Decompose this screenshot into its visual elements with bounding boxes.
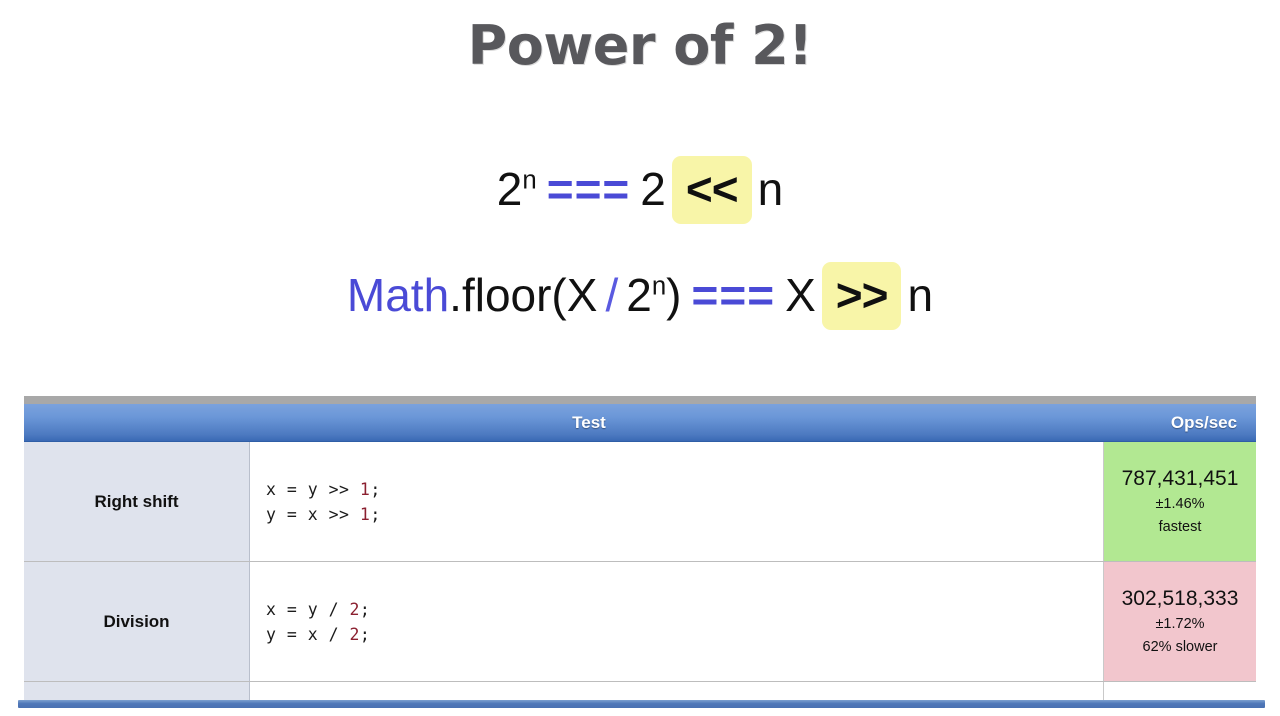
- code-number: 1: [359, 479, 371, 499]
- formula2-power: 2n: [626, 269, 667, 321]
- formula2-right-shift-operator: >>: [821, 262, 902, 330]
- formula-line-2: Math.floor(X/2n) === X >> n: [0, 262, 1280, 330]
- ops-margin-of-error: ±1.46%: [1155, 496, 1205, 512]
- formula2-equals: ===: [691, 269, 776, 321]
- table-row: Right shift x = y >> 1; y = x >> 1; 787,…: [24, 442, 1256, 562]
- column-header-ops-per-sec[interactable]: Ops/sec: [1104, 404, 1280, 441]
- row-ops-cell: 787,431,451 ±1.46% fastest: [1104, 442, 1256, 561]
- formula2-n: n: [907, 269, 934, 321]
- formula1-power: 2n: [496, 163, 537, 215]
- table-top-strip: [24, 396, 1256, 404]
- ops-value: 302,518,333: [1121, 587, 1239, 610]
- table-row: Division x = y / 2; y = x / 2; 302,518,3…: [24, 562, 1256, 682]
- code-number: 1: [359, 504, 371, 524]
- formula2-x: X: [785, 269, 816, 321]
- code-line: y = x / 2;: [266, 624, 371, 644]
- formula1-equals: ===: [546, 163, 631, 215]
- formula2-floor-call: .floor(X: [449, 269, 598, 321]
- table-header-row: Test Ops/sec: [24, 404, 1256, 442]
- code-number: 2: [349, 599, 360, 619]
- formula1-two: 2: [640, 163, 666, 215]
- formula2-division-slash: /: [605, 269, 619, 321]
- ops-value: 787,431,451: [1121, 467, 1239, 490]
- page-title: Power of 2!: [467, 14, 813, 77]
- formula2-close-paren: ): [666, 269, 682, 321]
- row-code-cell: x = y >> 1; y = x >> 1;: [250, 442, 1104, 561]
- code-line: y = x >> 1;: [266, 504, 381, 524]
- code-line: x = y >> 1;: [266, 479, 381, 499]
- ops-margin-of-error: ±1.72%: [1155, 616, 1205, 632]
- formula2-exponent: n: [651, 272, 667, 301]
- code-line: x = y / 2;: [266, 599, 371, 619]
- row-name-cell: Right shift: [24, 442, 250, 561]
- ops-ranking-note: fastest: [1158, 519, 1202, 535]
- row-code-cell: x = y / 2; y = x / 2;: [250, 562, 1104, 681]
- bottom-progress-bar: [18, 700, 1265, 708]
- formula1-exponent: n: [522, 166, 537, 195]
- formula-line-1: 2n === 2 << n: [0, 156, 1280, 224]
- formula2-math-object: Math: [346, 269, 450, 321]
- ops-ranking-note: 62% slower: [1142, 639, 1218, 655]
- column-header-test[interactable]: Test: [274, 404, 904, 441]
- row-ops-cell: 302,518,333 ±1.72% 62% slower: [1104, 562, 1256, 681]
- row-name-cell: Division: [24, 562, 250, 681]
- code-number: 2: [349, 624, 360, 644]
- formula1-left-shift-operator: <<: [671, 156, 752, 224]
- formula1-n: n: [757, 163, 784, 215]
- benchmark-table: Test Ops/sec Right shift x = y >> 1; y =…: [24, 396, 1256, 707]
